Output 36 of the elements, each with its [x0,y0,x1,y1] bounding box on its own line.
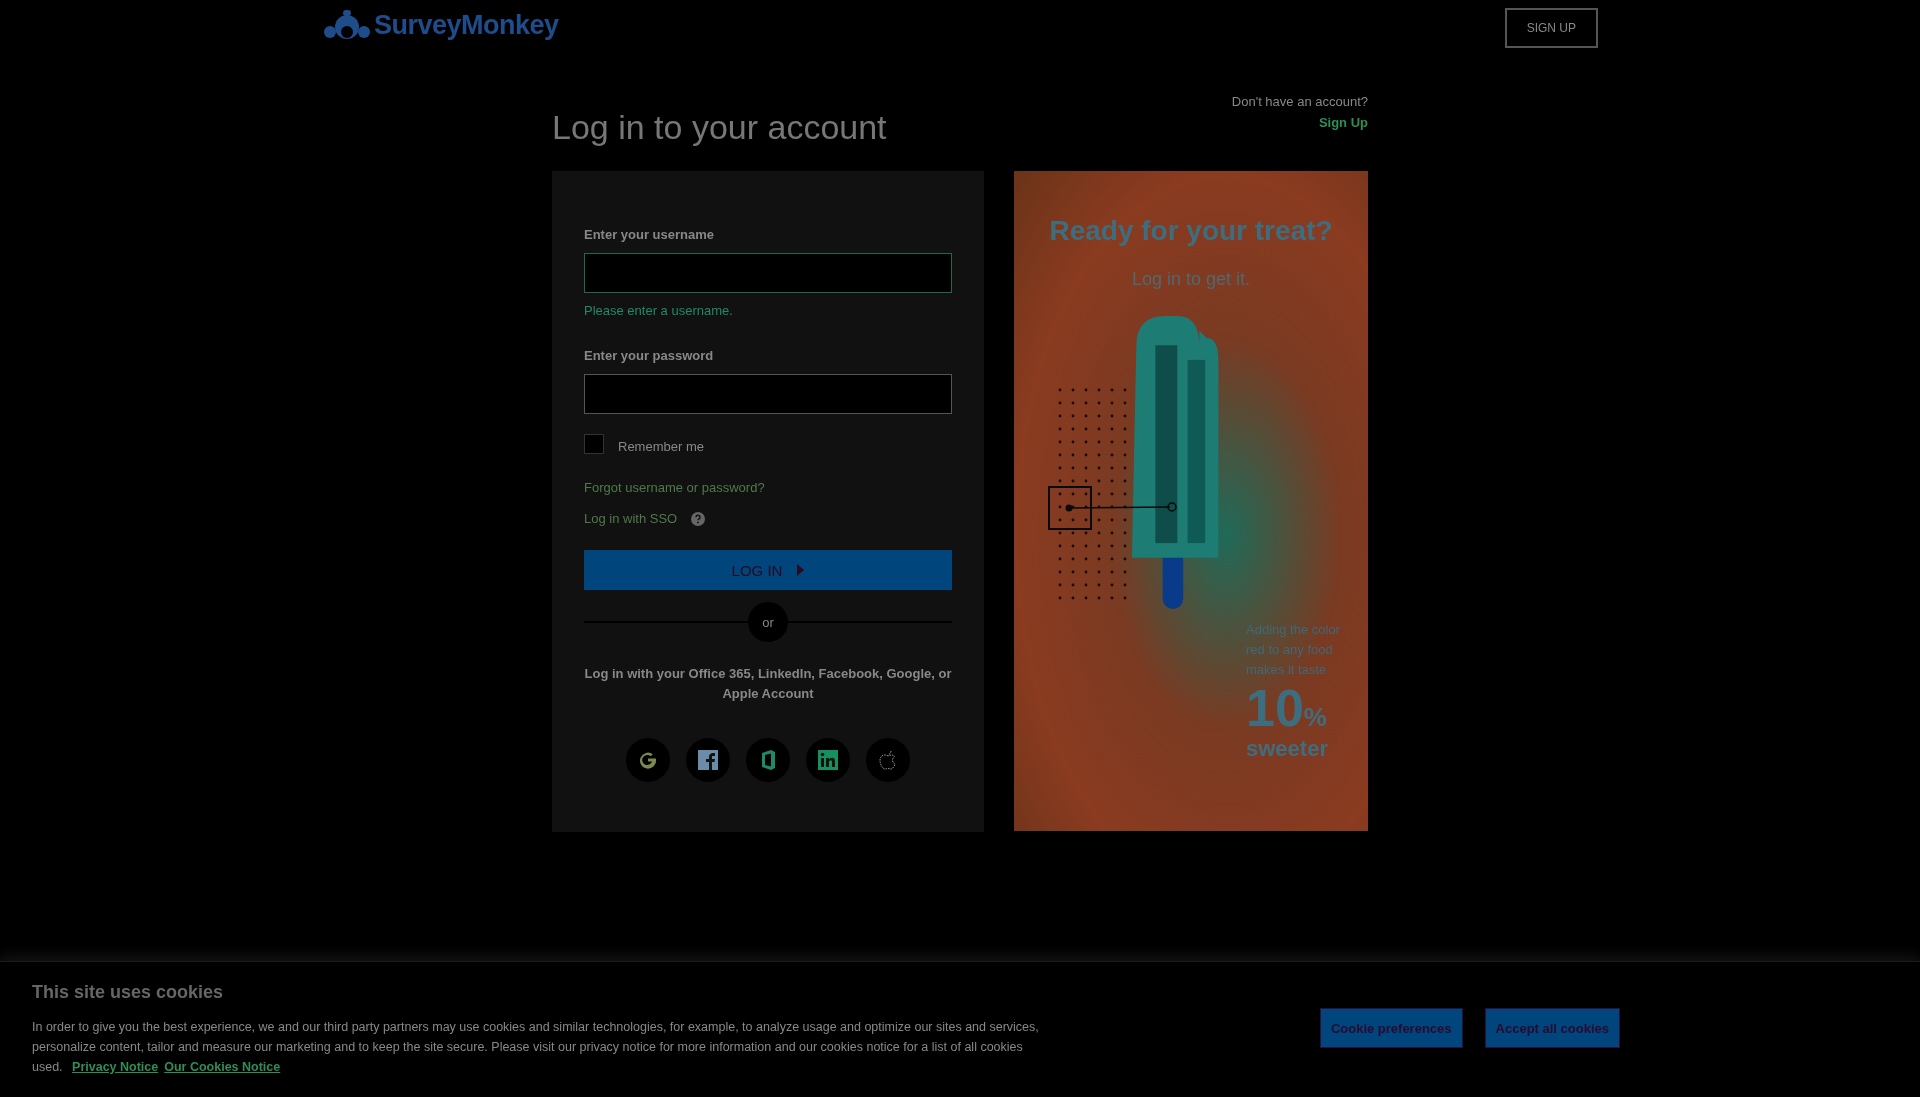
sign-up-link[interactable]: Sign Up [1318,115,1368,130]
linkedin-login-button[interactable] [806,738,850,782]
help-icon[interactable] [691,511,706,526]
logo-text[interactable]: SurveyMonkey [374,9,559,41]
notice-link[interactable]: Our Cookies Notice [164,1060,281,1074]
sso-link[interactable]: Log in with SSO [584,511,678,526]
facebook-icon [698,750,718,770]
forgot-password-link[interactable]: Forgot username or password? [584,480,765,495]
caret-icon [796,564,805,576]
page-title: Log in to your account [552,108,887,147]
linkedin-icon [818,750,838,770]
cookie-notice-text: In order to give you the best experience, we and our third party partners may use cookies and similar technologies, for example, to analyze usage and optimize our sites and services, personalize content, tailor and measure our marketing and to keep the site secure. Please visit our privacy notice for more information and our cookies notice for a list of all cookies used. Privacy Notice Our Cookies Notice [32,1019,1040,1076]
percent-sign: % [1303,702,1327,733]
facebook-login-button[interactable] [686,738,730,782]
error-message: Please enter a username. [584,303,734,318]
password-field[interactable] [584,374,952,414]
promo-fact: Adding the color red to any food makes it taste [1246,621,1341,679]
office-login-button[interactable] [746,738,790,782]
sign-up-button[interactable]: SIGN UP [1504,8,1598,48]
field-label: Enter your password [584,348,715,363]
account-prompt: Don't have an account? [1231,94,1368,109]
office-icon [760,750,776,770]
promo-subline: Log in to get it. [1131,269,1251,290]
remember-checkbox[interactable] [584,434,604,454]
field-label: Enter your username [584,227,716,242]
social-login-text: Log in with your Office 365, LinkedIn, Facebook, Google, or Apple Account [584,665,952,703]
promo-headline: Ready for your treat? [1049,215,1333,247]
promo-word: sweeter [1246,736,1329,762]
monkey-logo-icon [322,8,372,42]
promo-number: 10 [1246,680,1304,736]
apple-icon [879,750,897,770]
notice-link[interactable]: Privacy Notice [72,1060,159,1074]
remember-label: Remember me [618,438,704,454]
google-login-button[interactable] [626,738,670,782]
cookie-title: This site uses cookies [32,982,225,1003]
username-field[interactable] [584,253,952,293]
